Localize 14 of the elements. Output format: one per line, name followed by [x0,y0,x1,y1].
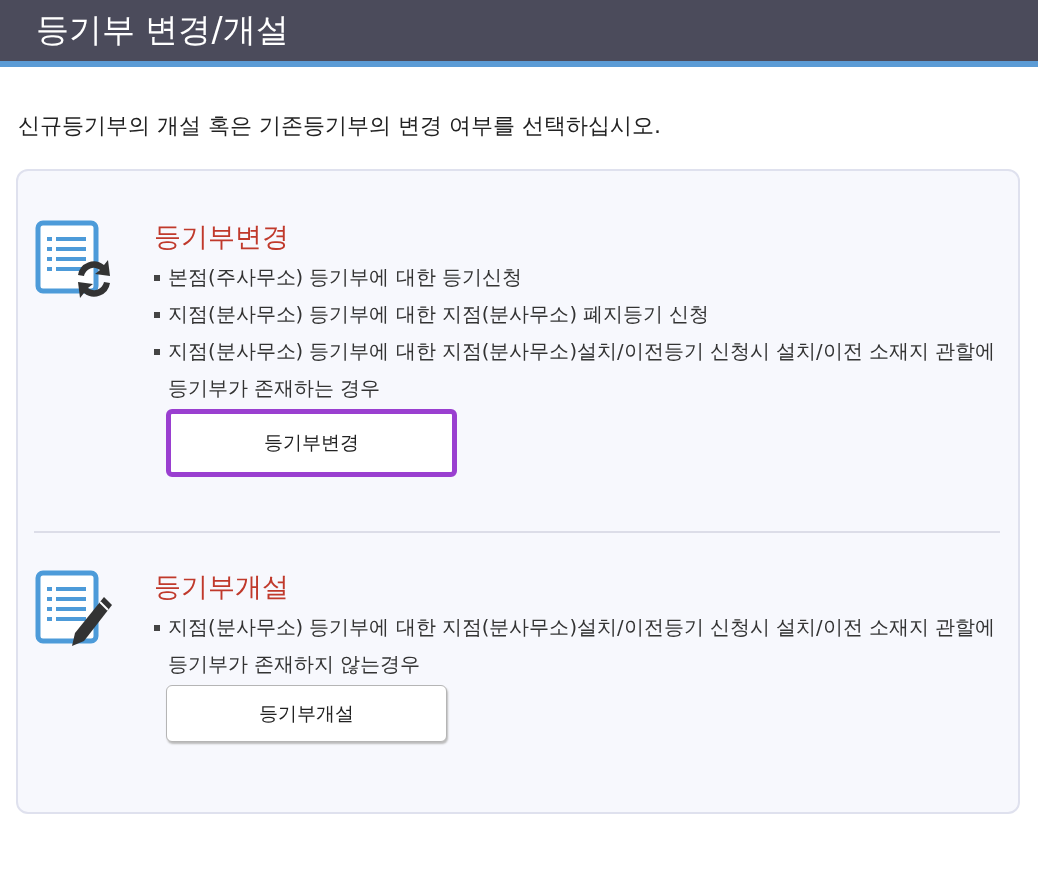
section-heading: 등기부변경 [154,220,290,254]
bullet-text: 지점(분사무소) 등기부에 대한 지점(분사무소)설치/이전등기 신청시 설치/이전 소재지 관할에 등기부가 존재하는 경우 [168,339,996,402]
bullet-text: 지점(분사무소) 등기부에 대한 지점(분사무소)설치/이전등기 신청시 설치/이전 소재지 관할에 등기부가 존재하지 않는경우 [168,615,996,678]
page-title: 등기부 변경/개설 [36,9,289,51]
bullet-icon [154,349,160,355]
bullet-icon [154,312,160,318]
bullet-text: 본점(주사무소) 등기부에 대한 등기신청 [168,265,522,291]
bullet-text: 지점(분사무소) 등기부에 대한 지점(분사무소) 폐지등기 신청 [168,302,710,328]
change-registry-button[interactable]: 등기부변경 [166,409,457,477]
bullet-icon [154,275,160,281]
section-heading: 등기부개설 [154,570,290,604]
instruction-text: 신규등기부의 개설 혹은 기존등기부의 변경 여부를 선택하십시오. [18,112,662,140]
open-registry-button[interactable]: 등기부개설 [166,685,447,742]
bullet-icon [154,625,160,631]
